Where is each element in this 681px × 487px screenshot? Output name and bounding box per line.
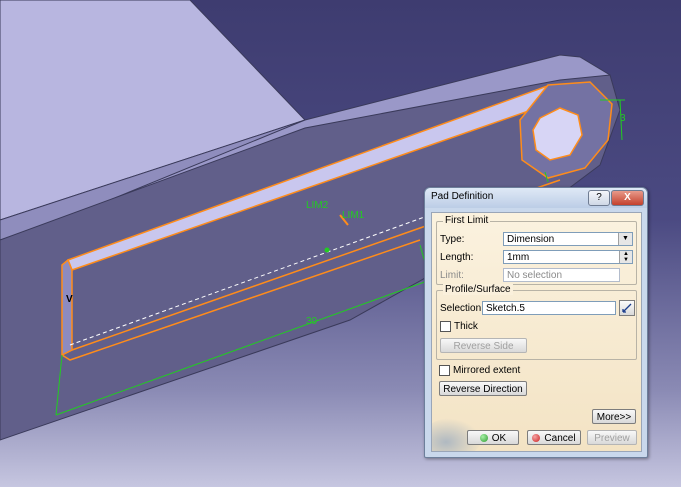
mirrored-extent-label: Mirrored extent bbox=[453, 365, 521, 376]
first-limit-legend: First Limit bbox=[443, 215, 491, 226]
spin-down-icon[interactable]: ▼ bbox=[619, 257, 632, 263]
cancel-label: Cancel bbox=[544, 433, 576, 444]
profile-surface-group: Profile/Surface Selection: Sketch.5 Thic… bbox=[436, 284, 637, 360]
dialog-body: First Limit Type: Dimension ▼ Length: 1m… bbox=[431, 212, 642, 452]
type-dropdown-value: Dimension bbox=[507, 234, 555, 245]
dimension-3-label: 3 bbox=[620, 113, 626, 124]
ok-dot-icon bbox=[479, 434, 488, 442]
type-dropdown[interactable]: Dimension ▼ bbox=[503, 232, 633, 246]
dimension-30-label: 30 bbox=[306, 316, 318, 327]
limit-field: No selection bbox=[503, 268, 620, 282]
thick-label: Thick bbox=[454, 321, 478, 332]
limit-field-value: No selection bbox=[507, 270, 563, 281]
cancel-button[interactable]: Cancel bbox=[527, 430, 581, 445]
lim2-label: LIM2 bbox=[306, 200, 329, 211]
pad-definition-dialog: Pad Definition ? X First Limit Type: Dim… bbox=[424, 187, 648, 458]
lim1-label: LIM1 bbox=[342, 210, 365, 221]
close-button[interactable]: X bbox=[611, 190, 644, 206]
reverse-direction-button[interactable]: Reverse Direction bbox=[439, 381, 527, 396]
ok-label: OK bbox=[491, 433, 507, 444]
mirrored-extent-checkbox[interactable] bbox=[439, 365, 450, 376]
first-limit-group: First Limit Type: Dimension ▼ Length: 1m… bbox=[436, 215, 637, 285]
help-button[interactable]: ? bbox=[588, 190, 610, 206]
v-label: V bbox=[66, 294, 73, 305]
rib-side-face bbox=[61, 258, 73, 357]
sketch-edit-icon[interactable] bbox=[619, 300, 635, 316]
length-input-value: 1mm bbox=[507, 252, 530, 263]
limit-label: Limit: bbox=[440, 270, 464, 281]
reverse-side-button[interactable]: Reverse Side bbox=[440, 338, 527, 353]
dialog-title: Pad Definition bbox=[431, 191, 494, 202]
profile-surface-legend: Profile/Surface bbox=[443, 284, 513, 295]
length-input[interactable]: 1mm ▲ ▼ bbox=[503, 250, 633, 264]
selection-label: Selection: bbox=[440, 303, 484, 314]
chevron-down-icon[interactable]: ▼ bbox=[618, 233, 632, 245]
more-button[interactable]: More>> bbox=[592, 409, 636, 424]
cancel-dot-icon bbox=[532, 434, 541, 442]
preview-button[interactable]: Preview bbox=[587, 430, 637, 445]
ok-button[interactable]: OK bbox=[467, 430, 519, 445]
selection-field-value: Sketch.5 bbox=[486, 303, 525, 314]
dialog-titlebar[interactable]: Pad Definition ? X bbox=[425, 188, 647, 208]
thick-checkbox[interactable] bbox=[440, 321, 451, 332]
length-label: Length: bbox=[440, 252, 474, 263]
selection-field[interactable]: Sketch.5 bbox=[482, 301, 616, 315]
type-label: Type: bbox=[440, 234, 465, 245]
